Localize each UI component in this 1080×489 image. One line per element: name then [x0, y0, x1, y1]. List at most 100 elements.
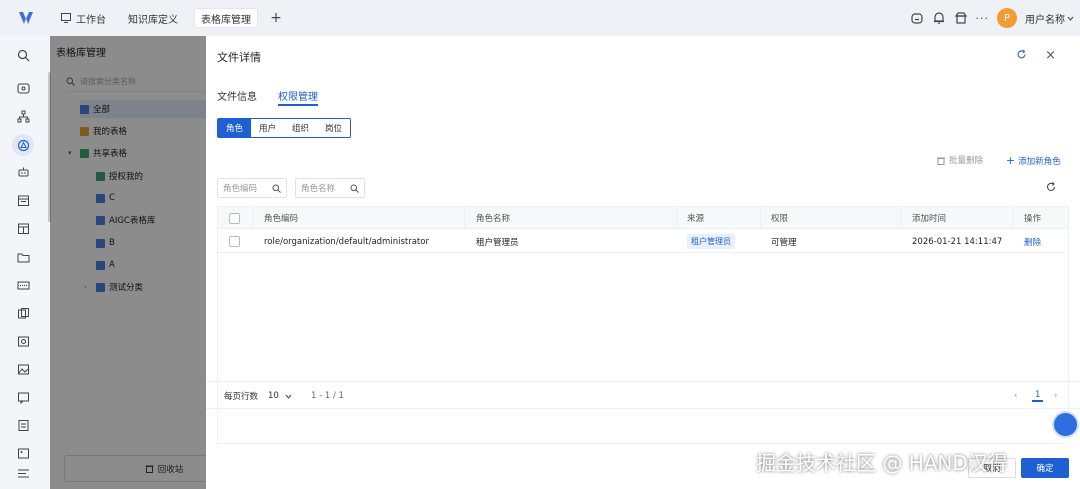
select-all-checkbox[interactable]	[229, 207, 240, 229]
tab-table-library-label: 表格库管理	[201, 14, 251, 26]
rail-keyboard-icon[interactable]	[14, 276, 32, 294]
segment-organization[interactable]: 组织	[284, 119, 318, 137]
column-header-permission: 权限	[771, 214, 789, 224]
bell-icon[interactable]	[932, 11, 946, 25]
column-divider	[760, 207, 761, 229]
rail-table-icon[interactable]	[14, 219, 32, 237]
rail-report-icon[interactable]	[14, 416, 32, 434]
trash-icon	[937, 157, 945, 165]
search-icon	[272, 184, 281, 193]
current-page-number: 1	[1032, 390, 1044, 402]
user-menu[interactable]: 用户名称	[1025, 11, 1074, 26]
row-checkbox-cell[interactable]	[229, 230, 240, 253]
tab-knowledge-base-definition[interactable]: 知识库定义	[122, 8, 184, 28]
rail-folder-icon[interactable]	[14, 248, 32, 266]
table-header: 角色编码 角色名称 来源 权限 添加时间 操作	[218, 207, 1068, 229]
segment-user[interactable]: 用户	[251, 119, 285, 137]
tab-workbench[interactable]: 工作台	[55, 8, 112, 28]
rail-message-icon[interactable]	[14, 388, 32, 406]
rail-search-icon[interactable]	[14, 46, 32, 64]
segment-role[interactable]: 角色	[218, 119, 252, 137]
rail-documents-icon[interactable]	[14, 304, 32, 322]
column-header-role-name: 角色名称	[476, 214, 511, 224]
rows-per-page-label: 每页行数	[224, 392, 259, 402]
drawer-tabs: 文件信息 权限管理	[217, 88, 318, 106]
cell-permission: 可管理	[771, 237, 797, 248]
segment-position[interactable]: 岗位	[317, 119, 351, 137]
cell-role-name: 租户管理员	[476, 237, 519, 248]
checkbox[interactable]	[229, 236, 240, 247]
avatar-letter: P	[1003, 12, 1011, 24]
page-size-select[interactable]: 10	[268, 382, 292, 410]
column-header-source: 来源	[687, 214, 705, 224]
add-role-label: 添加新角色	[1018, 156, 1061, 167]
cell-source: 租户管理员	[687, 230, 735, 253]
batch-delete-label: 批量删除	[949, 156, 984, 166]
tab-permission-management[interactable]: 权限管理	[278, 88, 318, 106]
avatar[interactable]: P	[997, 8, 1017, 28]
search-icon	[350, 184, 359, 193]
source-tag: 租户管理员	[687, 234, 735, 249]
table-row[interactable]: role/organization/default/administrator …	[218, 230, 1068, 253]
tab-workbench-label: 工作台	[76, 14, 106, 26]
confirm-button[interactable]: 确定	[1021, 458, 1069, 478]
role-code-filter-placeholder: 角色编码	[223, 184, 258, 194]
chevron-down-icon	[1067, 16, 1074, 21]
rail-dashboard-icon[interactable]	[14, 79, 32, 97]
add-role-button[interactable]: + 添加新角色	[1006, 154, 1061, 167]
rail-collapse-menu-icon[interactable]	[14, 464, 32, 482]
checkbox[interactable]	[229, 212, 240, 224]
top-bar: 工作台 知识库定义 表格库管理 + ··· P 用户名称	[0, 0, 1080, 36]
column-divider	[464, 207, 465, 229]
pagination-bar: 每页行数 10 1 - 1 / 1 ‹ 1 ›	[206, 381, 1080, 409]
chevron-left-icon: ‹	[1014, 391, 1018, 401]
page-range-text: 1 - 1 / 1	[311, 391, 344, 401]
next-page-button[interactable]: ›	[1054, 382, 1057, 410]
refresh-icon[interactable]	[1016, 49, 1027, 60]
left-icon-rail	[0, 36, 50, 489]
subject-type-segmented-control: 角色 用户 组织 岗位	[217, 118, 352, 138]
column-header-added-time: 添加时间	[912, 214, 947, 224]
cell-role-code: role/organization/default/administrator	[264, 236, 429, 247]
rail-org-chart-icon[interactable]	[14, 107, 32, 125]
delete-link[interactable]: 删除	[1024, 230, 1041, 253]
tab-knowledge-base-label: 知识库定义	[128, 14, 178, 26]
page-number-button[interactable]: 1	[1032, 382, 1044, 410]
home-icon[interactable]	[910, 11, 924, 25]
column-divider	[676, 207, 677, 229]
tab-table-library-management[interactable]: 表格库管理	[194, 8, 258, 28]
username-label: 用户名称	[1025, 14, 1065, 26]
cell-added-time: 2026-01-21 14:11:47	[912, 236, 1003, 247]
role-code-filter-input[interactable]: 角色编码	[217, 178, 287, 198]
plus-icon: +	[1006, 154, 1016, 167]
app-logo-icon[interactable]	[18, 11, 34, 25]
role-name-filter-input[interactable]: 角色名称	[295, 178, 365, 198]
floating-assistant-icon[interactable]	[1052, 411, 1079, 438]
rail-gallery-icon[interactable]	[14, 444, 32, 462]
prev-page-button[interactable]: ‹	[1014, 382, 1017, 410]
column-divider	[1013, 207, 1014, 229]
rail-calendar-icon[interactable]	[14, 191, 32, 209]
top-right-toolbar: ··· P 用户名称	[910, 0, 1075, 36]
column-divider	[253, 207, 254, 229]
add-tab-button[interactable]: +	[266, 8, 286, 28]
watermark: 掘金技术社区 @ HAND汉得	[756, 451, 1008, 475]
close-icon[interactable]: ×	[1045, 48, 1056, 63]
batch-delete-button[interactable]: 批量删除	[937, 154, 983, 166]
tab-file-info[interactable]: 文件信息	[217, 88, 257, 106]
page-size-value: 10	[268, 391, 279, 401]
shop-icon[interactable]	[954, 11, 968, 25]
drawer-title: 文件详情	[217, 51, 261, 64]
file-details-drawer: 文件详情 × 文件信息 权限管理 角色 用户 组织 岗位 批量删除 + 添加新角…	[206, 36, 1080, 489]
chevron-right-icon: ›	[1054, 391, 1058, 401]
more-icon[interactable]: ···	[976, 12, 990, 25]
rail-archive-icon[interactable]	[14, 332, 32, 350]
rail-image-icon[interactable]	[14, 360, 32, 378]
table-refresh-icon[interactable]	[1046, 182, 1056, 192]
column-header-role-code: 角色编码	[264, 214, 299, 224]
column-header-actions: 操作	[1024, 214, 1042, 224]
rail-robot-icon[interactable]	[14, 163, 32, 181]
role-name-filter-placeholder: 角色名称	[301, 184, 336, 194]
rail-knowledge-icon[interactable]	[12, 134, 34, 156]
column-divider	[900, 207, 901, 229]
